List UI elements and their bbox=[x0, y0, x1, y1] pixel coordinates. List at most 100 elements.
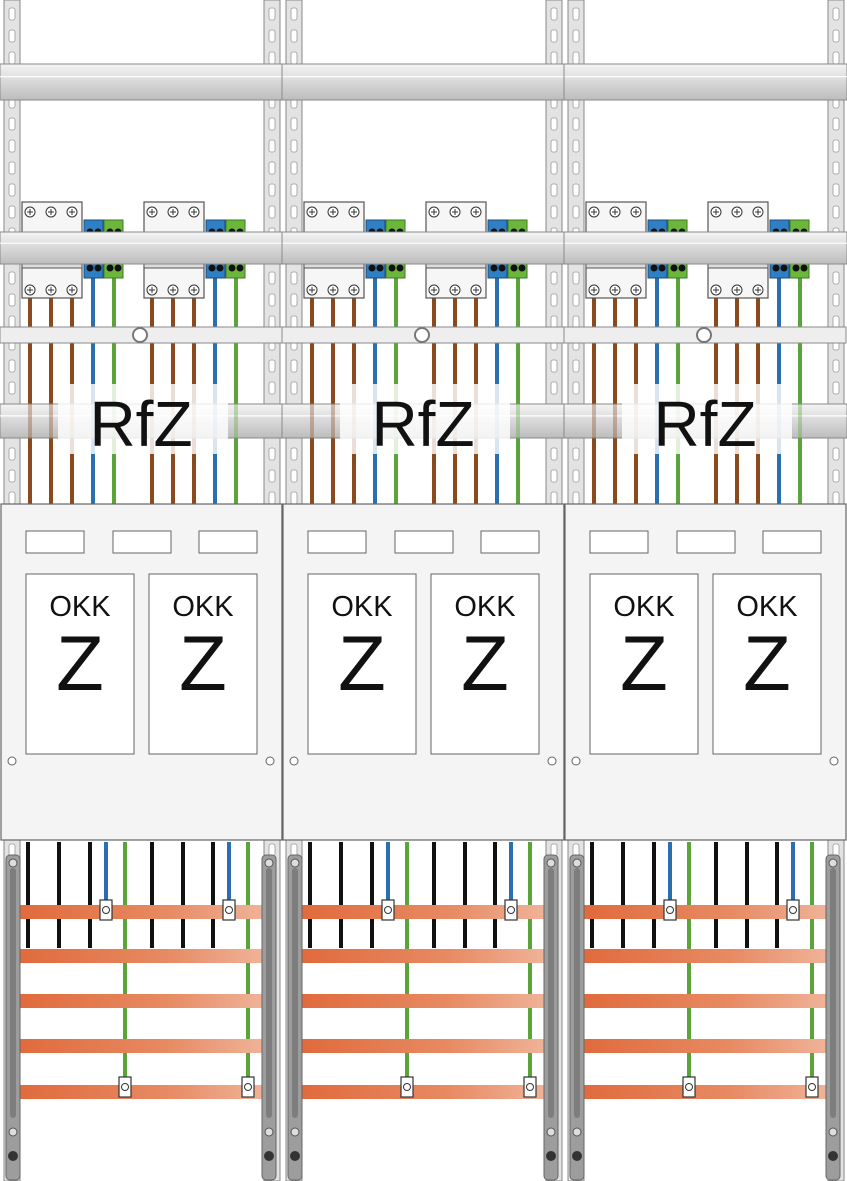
terminal-screw-icon bbox=[428, 206, 440, 218]
upright-slot bbox=[572, 205, 580, 219]
rfz-label: RfZ bbox=[89, 388, 192, 460]
rail-screw-icon bbox=[696, 327, 712, 343]
section-overlay-3: RfZ OKKZOKKZ bbox=[564, 384, 847, 1181]
upright-slot bbox=[290, 7, 298, 21]
mounting-hole-icon bbox=[571, 756, 581, 766]
busbar-support bbox=[261, 854, 277, 1181]
busbar-clamp-icon bbox=[786, 899, 800, 921]
terminal-hole-icon bbox=[510, 264, 518, 272]
terminal-screw-icon bbox=[188, 206, 200, 218]
terminal-hole-icon bbox=[396, 264, 404, 272]
terminal-screw-icon bbox=[588, 284, 600, 296]
support-screw-icon bbox=[546, 1127, 556, 1137]
support-bolt-icon bbox=[828, 1151, 838, 1161]
upright-slot bbox=[832, 359, 840, 373]
upright-slot bbox=[290, 293, 298, 307]
upright-slot bbox=[550, 183, 558, 197]
terminal-screw-icon bbox=[731, 284, 743, 296]
terminal-screw-icon bbox=[470, 284, 482, 296]
copper-busbar bbox=[298, 1039, 548, 1053]
upright-slot bbox=[290, 271, 298, 285]
terminal-hole-icon bbox=[106, 264, 114, 272]
upright-slot bbox=[550, 315, 558, 329]
terminal-hole-icon bbox=[208, 264, 216, 272]
terminal-hole-icon bbox=[772, 264, 780, 272]
upright-slot bbox=[832, 139, 840, 153]
support-screw-icon bbox=[264, 858, 274, 868]
rail-screw-icon bbox=[414, 327, 430, 343]
meter-letter: Z bbox=[461, 619, 509, 707]
upright-slot bbox=[268, 139, 276, 153]
breaker-din-rail-body bbox=[0, 231, 847, 265]
terminal-screw-icon bbox=[348, 284, 360, 296]
upright-slot bbox=[8, 51, 16, 65]
support-screw-icon bbox=[8, 1127, 18, 1137]
busbar-clamp-icon bbox=[400, 1076, 414, 1098]
terminal-hole-icon bbox=[658, 264, 666, 272]
upright-slot bbox=[832, 843, 840, 857]
label-window bbox=[676, 530, 736, 554]
meter-field: OKKZ bbox=[148, 573, 258, 755]
upright-slot bbox=[268, 381, 276, 395]
upright-slot bbox=[550, 491, 558, 505]
upright-slot bbox=[572, 843, 580, 857]
terminal-screw-icon bbox=[588, 206, 600, 218]
terminal-hole-icon bbox=[670, 264, 678, 272]
label-window bbox=[762, 530, 822, 554]
busbar-clamp-icon bbox=[381, 899, 395, 921]
terminal-screw-icon bbox=[306, 284, 318, 296]
busbar-area bbox=[569, 842, 841, 1181]
copper-busbar bbox=[580, 994, 830, 1008]
upright-slot bbox=[572, 161, 580, 175]
upright-slot bbox=[290, 29, 298, 43]
upright-slot bbox=[268, 491, 276, 505]
terminal-screw-icon bbox=[327, 284, 339, 296]
support-groove bbox=[10, 868, 16, 1118]
upright-slot bbox=[8, 183, 16, 197]
meter-panel: OKKZOKKZ bbox=[282, 503, 565, 841]
upright-slot bbox=[268, 843, 276, 857]
busbar-clamp-icon bbox=[99, 899, 113, 921]
meter-letter: Z bbox=[338, 619, 386, 707]
terminal-hole-icon bbox=[490, 264, 498, 272]
rfz-label: RfZ bbox=[371, 388, 474, 460]
terminal-hole-icon bbox=[800, 264, 808, 272]
copper-busbar bbox=[580, 1039, 830, 1053]
breaker-din-rail bbox=[0, 231, 847, 265]
upright-slot bbox=[550, 205, 558, 219]
upright-slot bbox=[550, 271, 558, 285]
upright-slot bbox=[550, 359, 558, 373]
upright-slot bbox=[550, 843, 558, 857]
upright-slot bbox=[572, 183, 580, 197]
mounting-hole-icon bbox=[829, 756, 839, 766]
busbar-clamp-icon bbox=[504, 899, 518, 921]
upright-slot bbox=[8, 205, 16, 219]
rfz-label: RfZ bbox=[653, 388, 756, 460]
terminal-hole-icon bbox=[86, 264, 94, 272]
upright-slot bbox=[832, 315, 840, 329]
upright-slot bbox=[8, 139, 16, 153]
upright-slot bbox=[8, 843, 16, 857]
meter-field: OKKZ bbox=[307, 573, 417, 755]
upright-slot bbox=[268, 205, 276, 219]
meter-panel: OKKZOKKZ bbox=[564, 503, 847, 841]
top-din-rail-body bbox=[0, 63, 847, 101]
busbar-clamp-icon bbox=[241, 1076, 255, 1098]
upright-slot bbox=[268, 469, 276, 483]
terminal-hole-icon bbox=[94, 264, 102, 272]
support-screw-icon bbox=[546, 858, 556, 868]
support-screw-icon bbox=[572, 858, 582, 868]
upright-slot bbox=[8, 293, 16, 307]
mounting-hole-icon bbox=[265, 756, 275, 766]
upright-slot bbox=[8, 7, 16, 21]
busbar-clamp-icon bbox=[663, 899, 677, 921]
upright-slot bbox=[832, 161, 840, 175]
upright-slot bbox=[268, 293, 276, 307]
upright-slot bbox=[290, 843, 298, 857]
middle-support-rail bbox=[281, 326, 565, 344]
upright-slot bbox=[8, 491, 16, 505]
upright-slot bbox=[572, 315, 580, 329]
upright-slot bbox=[832, 271, 840, 285]
upright-slot bbox=[268, 7, 276, 21]
upright-slot bbox=[290, 447, 298, 461]
